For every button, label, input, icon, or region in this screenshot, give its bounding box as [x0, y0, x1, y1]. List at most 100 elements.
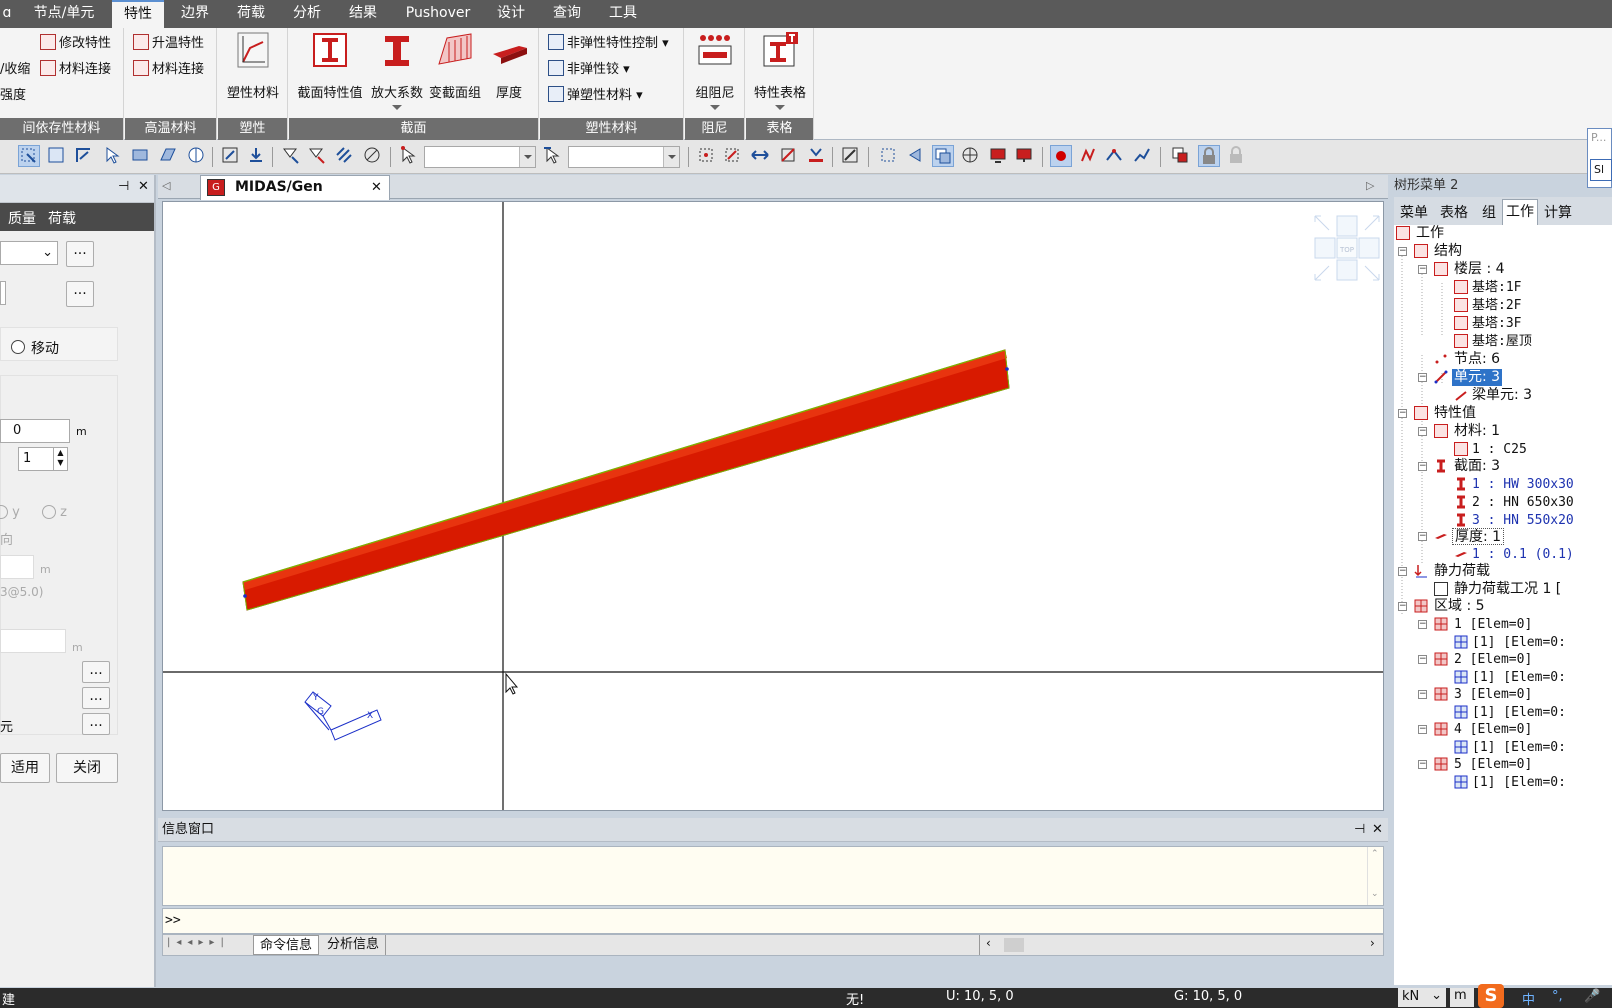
polygon-select-icon[interactable]	[74, 145, 96, 167]
tree-node[interactable]: 截面: 3	[1454, 458, 1500, 475]
perspective-icon[interactable]	[906, 145, 928, 167]
move-radio[interactable]	[11, 340, 25, 354]
tree-node[interactable]: 工作	[1416, 225, 1444, 242]
menu-tab-tools[interactable]: 工具	[598, 0, 648, 28]
lock-icon[interactable]	[1198, 145, 1220, 167]
area-icon[interactable]	[806, 145, 828, 167]
tab-load[interactable]: 荷载	[48, 208, 76, 228]
node-connect-icon[interactable]	[1078, 145, 1100, 167]
globe-view-icon[interactable]	[960, 145, 982, 167]
collapse-icon[interactable]: −	[1418, 427, 1427, 436]
inelastic-control-button[interactable]: 非弹性特性控制 ▾	[548, 32, 669, 56]
close-tab-icon[interactable]: ✕	[371, 180, 382, 195]
command-input[interactable]: >>	[162, 908, 1384, 934]
tab-calc[interactable]: 计算	[1544, 202, 1572, 222]
close-button[interactable]: 关闭	[56, 753, 118, 783]
tree-node[interactable]: 1 : C25	[1472, 441, 1527, 458]
tree-node[interactable]: 楼层 : 4	[1454, 261, 1505, 278]
tab-analysis-info[interactable]: 分析信息	[321, 935, 387, 955]
model-canvas[interactable]: G X Y TOP	[163, 202, 1384, 811]
tree-node[interactable]: 材料: 1	[1454, 423, 1500, 440]
tree-node[interactable]: 5 [Elem=0]	[1454, 756, 1532, 773]
tree-node[interactable]: 2 : HN 650x30	[1472, 494, 1574, 511]
window-select-icon[interactable]	[46, 145, 68, 167]
close-icon[interactable]: ✕	[1372, 818, 1383, 842]
unselect-icon[interactable]	[246, 145, 268, 167]
scroll-up-icon[interactable]: ⌃	[1371, 849, 1379, 859]
menu-tab-results[interactable]: 结果	[338, 0, 388, 28]
pick-element-icon[interactable]	[542, 145, 564, 167]
scroll-thumb[interactable]	[1004, 938, 1024, 952]
tree-node[interactable]: [1] [Elem=0:	[1472, 634, 1566, 651]
tab-group[interactable]: 组	[1482, 202, 1496, 222]
distance-icon[interactable]	[750, 145, 772, 167]
redraw-icon[interactable]	[840, 145, 862, 167]
collapse-icon[interactable]: −	[1418, 532, 1427, 541]
select-previous-icon[interactable]	[280, 145, 302, 167]
element-connect-icon[interactable]	[1104, 145, 1126, 167]
stepper-arrows-icon[interactable]: ▲ ▼	[53, 448, 67, 470]
tree-node[interactable]: 结构	[1434, 243, 1462, 260]
tab-command-info[interactable]: 命令信息	[253, 935, 320, 955]
ime-chinese-toggle[interactable]: 中	[1522, 989, 1535, 1008]
close-icon[interactable]: ✕	[138, 179, 149, 194]
tree-node[interactable]: 区域 : 5	[1434, 598, 1485, 615]
pin-icon[interactable]: ⊣	[118, 179, 129, 194]
thickness-button[interactable]: 厚度	[485, 30, 533, 101]
collapse-icon[interactable]: −	[1418, 725, 1427, 734]
chevron-down-icon[interactable]	[663, 147, 679, 167]
apply-button[interactable]: 适用	[0, 753, 50, 783]
tab-quality[interactable]: 质量	[8, 208, 36, 228]
tree-node[interactable]: 基塔:1F	[1472, 279, 1521, 296]
length-unit-select[interactable]: m	[1450, 988, 1474, 1007]
divide-icon[interactable]	[1132, 145, 1154, 167]
tree-node[interactable]: [1] [Elem=0:	[1472, 669, 1566, 686]
horizontal-scrollbar[interactable]: ‹ ›	[979, 935, 1383, 955]
scroll-left-icon[interactable]: ◁	[162, 179, 170, 192]
tab-nav-icon[interactable]: |◂◂▸▸|	[167, 937, 230, 948]
tree-node[interactable]: 节点: 6	[1454, 351, 1500, 368]
collapse-icon[interactable]: −	[1418, 462, 1427, 471]
length-input[interactable]	[0, 555, 34, 579]
menu-tab-design[interactable]: 设计	[486, 0, 536, 28]
info-scrollbar[interactable]: ⌃ ⌄	[1367, 847, 1383, 905]
hidden-view-icon[interactable]	[932, 145, 954, 167]
tree-node[interactable]: 梁单元: 3	[1472, 387, 1532, 404]
ellipsis-button-2[interactable]: ...	[66, 281, 94, 307]
tab-menu[interactable]: 菜单	[1400, 202, 1428, 222]
tree-node[interactable]: 基塔:2F	[1472, 297, 1521, 314]
collapse-icon[interactable]: −	[1418, 373, 1427, 382]
axis-z-radio[interactable]: z	[42, 505, 67, 520]
select-volume-icon[interactable]	[186, 145, 208, 167]
menu-tab-analysis[interactable]: 分析	[282, 0, 332, 28]
tree-node[interactable]: 1 : 0.1 (0.1)	[1472, 546, 1574, 563]
group-damping-button[interactable]: 组阻尼	[689, 30, 741, 110]
ellipsis-button-1[interactable]: ...	[66, 241, 94, 267]
tapered-group-button[interactable]: 变截面组	[427, 30, 483, 101]
select-identity-icon[interactable]	[306, 145, 328, 167]
cut-field[interactable]	[0, 281, 6, 305]
plastic-material-button[interactable]: 塑性材料	[224, 30, 282, 101]
zoom-window-icon[interactable]	[878, 145, 900, 167]
zoom-fit-icon[interactable]	[220, 145, 242, 167]
menu-tab-query[interactable]: 查询	[542, 0, 592, 28]
collapse-icon[interactable]: −	[1418, 690, 1427, 699]
temp-material-link-button[interactable]: 材料连接	[133, 58, 204, 82]
tree-node[interactable]: [1] [Elem=0:	[1472, 739, 1566, 756]
tree-node[interactable]: 1 : HW 300x30	[1472, 476, 1574, 493]
menu-tab-pushover[interactable]: Pushover	[396, 0, 480, 28]
force-unit-select[interactable]: kN ⌄	[1398, 988, 1446, 1007]
node-select-combo[interactable]	[424, 146, 536, 168]
cursor-icon[interactable]	[102, 145, 124, 167]
copy-view-icon[interactable]	[1170, 145, 1192, 167]
ellipsis-button-4[interactable]: ...	[82, 687, 110, 709]
collapse-icon[interactable]: −	[1418, 760, 1427, 769]
chevron-down-icon[interactable]	[519, 147, 535, 167]
property-table-button[interactable]: 特性表格	[750, 30, 810, 110]
select-all-icon[interactable]	[334, 145, 356, 167]
collapse-icon[interactable]: −	[1398, 602, 1407, 611]
tree-node[interactable]: 3 [Elem=0]	[1454, 686, 1532, 703]
work-tree[interactable]: 工作 − 结构 − 楼层 : 4 基塔:1F 基塔:2F 基塔:3F 基塔:屋顶…	[1394, 225, 1612, 985]
microphone-icon[interactable]: 🎤	[1584, 989, 1600, 1004]
display-icon[interactable]	[1014, 145, 1036, 167]
